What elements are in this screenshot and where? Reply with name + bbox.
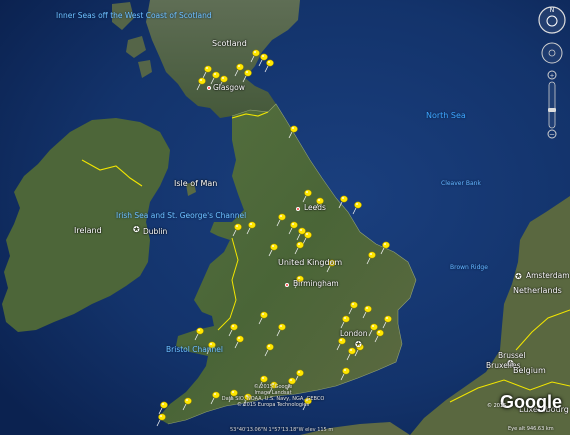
pushpin-icon[interactable] xyxy=(276,213,286,227)
pushpin-icon[interactable] xyxy=(194,327,204,341)
pushpin-icon[interactable] xyxy=(338,195,348,209)
glasgow-marker[interactable] xyxy=(207,86,211,90)
compass-north-icon: N xyxy=(550,7,555,14)
pushpin-icon[interactable] xyxy=(382,315,392,329)
pushpin-icon[interactable] xyxy=(250,49,260,63)
pushpin-icon[interactable] xyxy=(302,189,312,203)
pushpin-icon[interactable] xyxy=(276,323,286,337)
pushpin-icon[interactable] xyxy=(336,337,346,351)
google-logo: Google xyxy=(500,392,562,412)
pushpin-icon[interactable] xyxy=(340,367,350,381)
pushpin-icon[interactable] xyxy=(156,413,166,427)
navigation-controls[interactable]: N + − xyxy=(538,2,568,142)
brown-ridge-label: Brown Ridge xyxy=(450,264,488,271)
pushpin-icon[interactable] xyxy=(232,223,242,237)
brussel-label: Brussel xyxy=(498,351,526,360)
north-sea-label: North Sea xyxy=(426,111,466,120)
london-star[interactable]: ✪ xyxy=(355,341,362,349)
amsterdam-label: Amsterdam xyxy=(526,271,570,280)
pushpin-icon[interactable] xyxy=(294,241,304,255)
zoom-track[interactable] xyxy=(548,81,556,129)
zoom-out-icon[interactable]: − xyxy=(549,131,555,139)
zoom-in-icon[interactable]: + xyxy=(549,73,554,80)
inner-seas-label: Inner Seas off the West Coast of Scotlan… xyxy=(56,11,212,20)
pushpin-icon[interactable] xyxy=(352,201,362,215)
pushpin-icon[interactable] xyxy=(246,221,256,235)
attribution: © 2015 Google Image Landsat Data SIO, NO… xyxy=(218,384,328,408)
eye-altitude: Eye alt 946.63 km xyxy=(508,426,554,432)
pushpin-icon[interactable] xyxy=(264,59,274,73)
leeds-label: Leeds xyxy=(304,203,326,212)
isle-of-man-label: Isle of Man xyxy=(174,179,218,188)
pushpin-icon[interactable] xyxy=(158,401,168,415)
pushpin-icon[interactable] xyxy=(242,69,252,83)
map-view[interactable]: ✪ ✪ ✪ ✪ Inner Seas off the West Coast of… xyxy=(0,0,570,435)
amsterdam-star[interactable]: ✪ xyxy=(515,273,522,281)
move-control[interactable] xyxy=(541,42,563,64)
glasgow-label: Glasgow xyxy=(213,83,245,92)
pushpin-icon[interactable] xyxy=(288,221,298,235)
netherlands-label: Netherlands xyxy=(513,286,562,295)
irish-sea-label: Irish Sea and St. George's Channel xyxy=(116,211,247,220)
pushpin-icon[interactable] xyxy=(258,311,268,325)
pushpin-icon[interactable] xyxy=(196,77,206,91)
bristol-channel-label: Bristol Channel xyxy=(166,345,224,354)
pushpin-icon[interactable] xyxy=(288,125,298,139)
pushpin-icon[interactable] xyxy=(374,329,384,343)
pushpin-icon[interactable] xyxy=(228,323,238,337)
zoom-slider[interactable]: + − xyxy=(547,70,557,139)
cleaver-bank-label: Cleaver Bank xyxy=(441,180,481,187)
pushpin-icon[interactable] xyxy=(234,63,244,77)
pushpin-icon[interactable] xyxy=(234,335,244,349)
pushpin-icon[interactable] xyxy=(362,305,372,319)
logo-year: © 2015 xyxy=(487,403,507,409)
attribution-line-4: © 2015 Europa Technologies xyxy=(236,402,310,408)
pushpin-icon[interactable] xyxy=(264,343,274,357)
dublin-label: Dublin xyxy=(143,227,168,236)
pushpin-icon[interactable] xyxy=(182,397,192,411)
pushpin-icon[interactable] xyxy=(202,65,212,79)
london-label: London xyxy=(340,329,368,338)
status-bar-coordinates: 53°40'13.06"N 1°57'13.18"W elev 115 m xyxy=(230,427,334,433)
pushpin-icon[interactable] xyxy=(294,369,304,383)
belgium-label: Belgium xyxy=(513,366,546,375)
birmingham-marker[interactable] xyxy=(285,283,289,287)
placemark-layer xyxy=(156,49,392,427)
leeds-marker[interactable] xyxy=(296,207,300,211)
zoom-thumb[interactable] xyxy=(548,108,556,112)
dublin-star[interactable]: ✪ xyxy=(133,226,140,234)
pushpin-icon[interactable] xyxy=(340,315,350,329)
ireland-label: Ireland xyxy=(74,226,102,235)
birmingham-label: Birmingham xyxy=(293,279,339,288)
pushpin-icon[interactable] xyxy=(346,347,356,361)
uk-label: United Kingdom xyxy=(278,258,343,267)
look-control[interactable]: N xyxy=(538,6,566,34)
pushpin-icon[interactable] xyxy=(348,301,358,315)
scotland-label: Scotland xyxy=(212,39,247,48)
pushpin-icon[interactable] xyxy=(366,251,376,265)
pushpin-icon[interactable] xyxy=(268,243,278,257)
pushpin-icon[interactable] xyxy=(380,241,390,255)
